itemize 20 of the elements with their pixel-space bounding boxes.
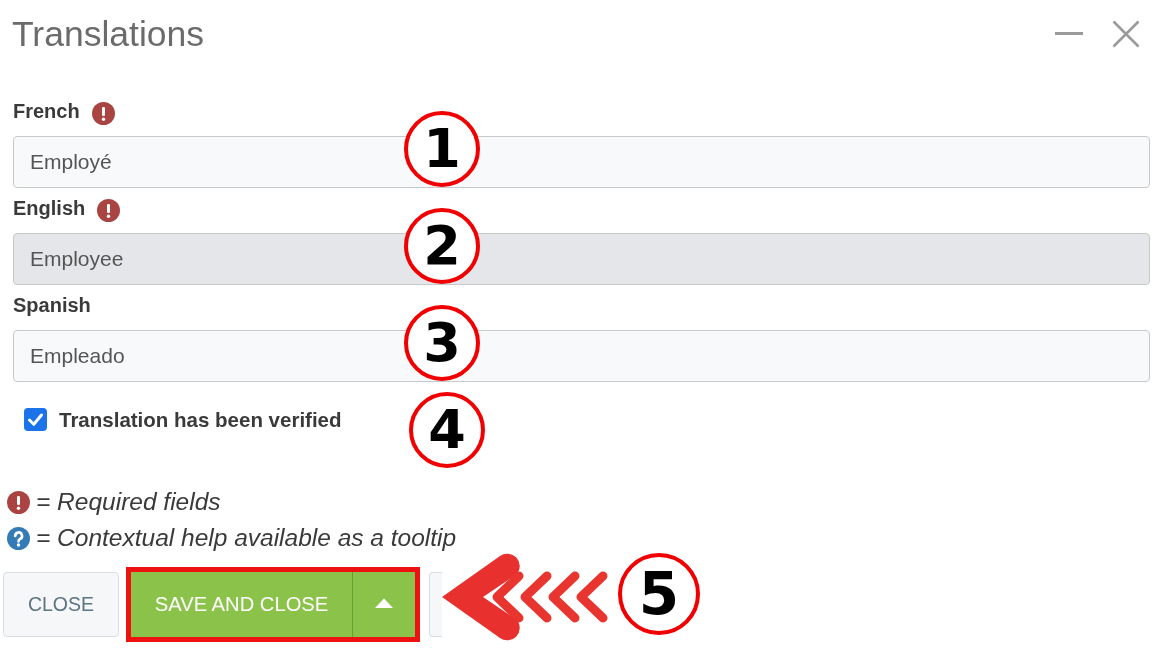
- callout-number: 5: [618, 553, 700, 635]
- field-label: Spanish: [13, 294, 91, 317]
- dropdown-button[interactable]: [352, 572, 415, 637]
- callout-number: 1: [404, 111, 480, 187]
- checkbox[interactable]: [24, 408, 47, 431]
- minimize-icon[interactable]: [1055, 31, 1083, 35]
- close-icon[interactable]: [1112, 20, 1140, 48]
- legend-text: = Contextual help available as a tooltip: [36, 524, 457, 552]
- window-title: Translations: [12, 12, 205, 56]
- caret-icon: [375, 597, 393, 608]
- callout-number: 4: [409, 392, 485, 468]
- checkbox-label[interactable]: Translation has been verified: [59, 407, 342, 432]
- legend-text: = Required fields: [36, 488, 221, 516]
- field-label: French: [13, 100, 80, 123]
- help-icon: [7, 526, 30, 550]
- close-button[interactable]: CLOSE: [3, 572, 119, 637]
- field-label: English: [13, 197, 86, 220]
- required-icon: [7, 490, 30, 514]
- callout-number: 3: [404, 305, 480, 381]
- callout-number: 2: [404, 208, 480, 284]
